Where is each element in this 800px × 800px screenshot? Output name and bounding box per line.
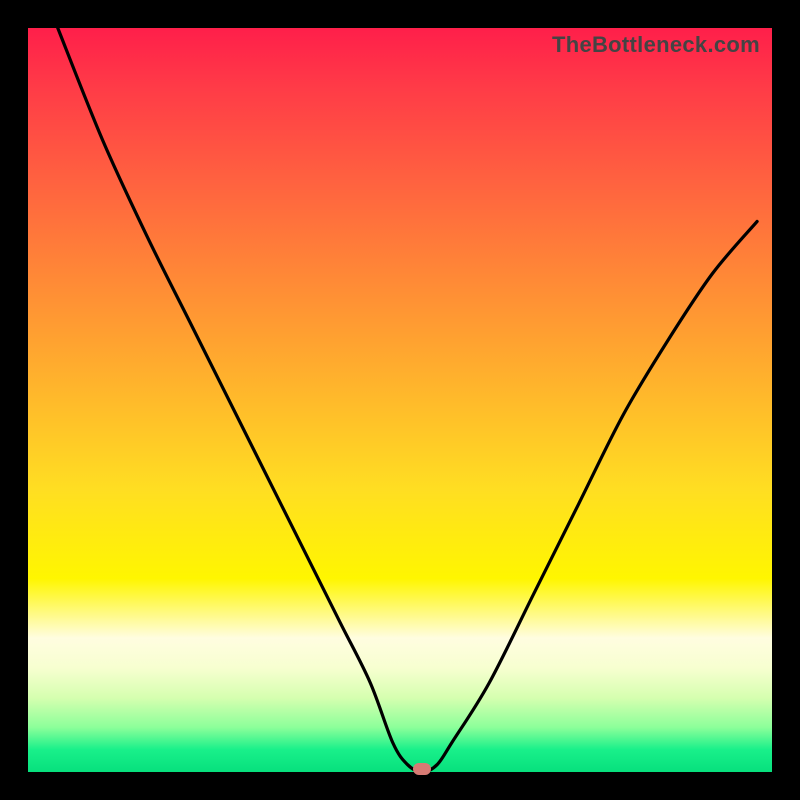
curve-path [58,28,757,772]
optimal-point-marker [413,763,431,775]
plot-area: TheBottleneck.com [28,28,772,772]
chart-frame: TheBottleneck.com [0,0,800,800]
bottleneck-curve [28,28,772,772]
